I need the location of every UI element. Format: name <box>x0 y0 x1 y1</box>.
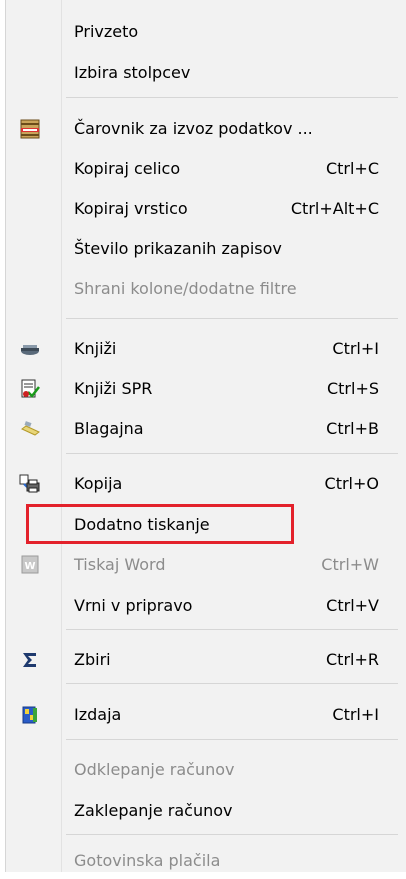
menu-item-knjizi[interactable]: Knjiži Ctrl+I <box>6 331 406 367</box>
menu-item-record-count[interactable]: Število prikazanih zapisov <box>6 231 406 267</box>
copy-print-icon <box>19 474 41 494</box>
menu-item-shortcut: Ctrl+R <box>326 650 379 669</box>
export-wizard-icon <box>19 119 41 139</box>
word-icon: W <box>19 555 41 575</box>
menu-item-label: Knjiži SPR <box>74 379 153 398</box>
menu-item-label: Blagajna <box>74 419 144 438</box>
menu-item-copy-row[interactable]: Kopiraj vrstico Ctrl+Alt+C <box>6 191 406 227</box>
menu-separator <box>66 834 398 835</box>
menu-item-gotovinska-placila: Gotovinska plačila <box>6 843 406 879</box>
menu-item-export-wizard[interactable]: Čarovnik za izvoz podatkov ... <box>6 111 406 147</box>
menu-item-shortcut: Ctrl+C <box>325 159 379 178</box>
menu-item-label: Kopiraj vrstico <box>74 199 188 218</box>
menu-item-label: Kopiraj celico <box>74 159 181 178</box>
context-menu: Privzeto Izbira stolpcev Čarovnik za izv… <box>5 0 406 872</box>
menu-item-zbiri[interactable]: Zbiri Ctrl+R <box>6 642 406 678</box>
menu-item-label: Gotovinska plačila <box>74 851 221 870</box>
menu-item-shortcut: Ctrl+W <box>321 555 379 574</box>
menu-item-shortcut: Ctrl+B <box>326 419 379 438</box>
menu-item-shortcut: Ctrl+S <box>326 379 379 398</box>
sigma-icon <box>19 650 41 670</box>
menu-item-shortcut: Ctrl+I <box>332 339 379 358</box>
menu-item-izdaja[interactable]: Izdaja Ctrl+I <box>6 697 406 733</box>
menu-item-label: Kopija <box>74 474 123 493</box>
menu-item-zaklepanje-racunov[interactable]: Zaklepanje računov <box>6 793 406 829</box>
menu-item-label: Čarovnik za izvoz podatkov ... <box>74 119 313 138</box>
menu-edge <box>402 0 406 872</box>
menu-item-privzeto[interactable]: Privzeto <box>6 14 406 50</box>
menu-item-shortcut: Ctrl+I <box>332 705 379 724</box>
menu-item-label: Izbira stolpcev <box>74 63 191 82</box>
menu-item-label: Knjiži <box>74 339 117 358</box>
menu-item-label: Odklepanje računov <box>74 760 235 779</box>
menu-item-knjizi-spr[interactable]: Knjiži SPR Ctrl+S <box>6 371 406 407</box>
cash-register-icon <box>19 419 41 439</box>
menu-item-shortcut: Ctrl+V <box>326 596 379 615</box>
menu-separator <box>66 683 398 684</box>
menu-item-label: Privzeto <box>74 22 139 41</box>
menu-separator <box>66 629 398 630</box>
menu-separator <box>66 739 398 740</box>
menu-item-shortcut: Ctrl+Alt+C <box>290 199 379 218</box>
highlight-annotation-box <box>26 504 294 544</box>
menu-item-shortcut: Ctrl+O <box>324 474 379 493</box>
menu-item-copy-cell[interactable]: Kopiraj celico Ctrl+C <box>6 151 406 187</box>
menu-item-kopija[interactable]: Kopija Ctrl+O <box>6 466 406 502</box>
menu-item-label: Število prikazanih zapisov <box>74 239 282 258</box>
menu-item-label: Izdaja <box>74 705 122 724</box>
menu-item-label: Tiskaj Word <box>74 555 166 574</box>
menu-separator <box>66 318 398 319</box>
menu-item-save-columns: Shrani kolone/dodatne filtre <box>6 271 406 307</box>
menu-item-label: Vrni v pripravo <box>74 596 193 615</box>
menu-item-blagajna[interactable]: Blagajna Ctrl+B <box>6 411 406 447</box>
menu-separator <box>66 97 398 98</box>
menu-item-tiskaj-word: W Tiskaj Word Ctrl+W <box>6 547 406 583</box>
issue-icon <box>19 705 41 725</box>
menu-item-vrni-v-pripravo[interactable]: Vrni v pripravo Ctrl+V <box>6 588 406 624</box>
menu-item-odklepanje-racunov: Odklepanje računov <box>6 752 406 788</box>
menu-item-label: Shrani kolone/dodatne filtre <box>74 279 297 298</box>
post-spr-icon <box>19 379 41 399</box>
svg-text:W: W <box>24 561 35 572</box>
menu-item-label: Zbiri <box>74 650 111 669</box>
menu-item-izbira-stolpcev[interactable]: Izbira stolpcev <box>6 55 406 91</box>
menu-item-label: Zaklepanje računov <box>74 801 233 820</box>
menu-separator <box>66 453 398 454</box>
post-icon <box>19 339 41 359</box>
